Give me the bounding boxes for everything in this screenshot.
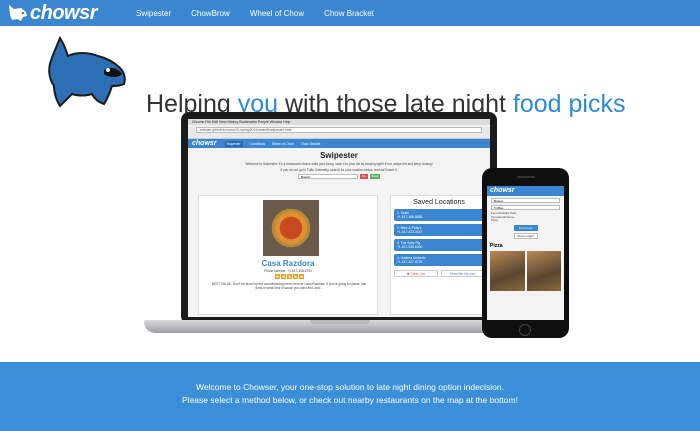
phone-graph-button: Show Graph (513, 232, 538, 239)
address-bar: erikuler.github.io/comp20-spring2015-tea… (196, 127, 482, 133)
phone-screen: chowsr Boston 5 Miles Food (Default) Val… (487, 186, 564, 320)
laptop-mockup: Chrome File Edit View History Bookmarks … (181, 112, 497, 324)
rating-stars: ★ ★ ★ ★ ★ (275, 274, 304, 279)
location-select: Boston (298, 174, 358, 179)
dog-logo-icon (9, 5, 27, 21)
saved-item: 4. Galleria Umberto +1-617-227-5709 (394, 254, 484, 266)
nav-link-chowbrow[interactable]: ChowBrow (191, 9, 230, 18)
saved-item: 2. Mike & Patty's +1-617-423-3447 (394, 224, 484, 236)
headline-highlight-food-picks: food picks (512, 90, 626, 118)
nav-link-swipester[interactable]: Swipester (136, 9, 171, 18)
restaurant-desc: BEST VALUE. Don't be fazed by the overwh… (211, 282, 367, 290)
swipester-desc-2: If you do not go to Tufts University, se… (280, 168, 398, 172)
welcome-line-1: Welcome to Chowser, your one-stop soluti… (196, 382, 504, 392)
star-icon: ★ (299, 274, 304, 279)
inner-link-swipester: Swipester (224, 140, 243, 147)
inner-link-chowbrow: ChowBrow (249, 141, 265, 146)
save-button: Save (370, 174, 380, 179)
mac-menu-bar: Chrome File Edit View History Bookmarks … (188, 119, 490, 125)
star-icon: ★ (293, 274, 298, 279)
phone-mockup: chowsr Boston 5 Miles Food (Default) Val… (482, 168, 569, 338)
food-photo (490, 250, 525, 291)
saved-buttons: ✖ Clear List Send Me My List (394, 270, 484, 277)
clear-list-button: ✖ Clear List (394, 270, 438, 277)
logo[interactable]: chowsr (6, 2, 106, 25)
swipester-form: Boston No Save (188, 174, 490, 179)
phone-option: Pizza (491, 218, 498, 222)
star-icon: ★ (275, 274, 280, 279)
send-list-button: Send Me My List (440, 270, 484, 277)
no-button: No (360, 174, 368, 179)
restaurant-phone: Phone Number: +1-617-338-6700 (264, 269, 312, 273)
phone-find-button: Find Food (513, 224, 538, 231)
inner-link-wheel: Wheel of Chow (271, 141, 294, 146)
inner-nav: chowsr Swipester ChowBrow Wheel of Chow … (188, 139, 490, 148)
food-photo (526, 250, 561, 291)
welcome-band: Welcome to Chowser, your one-stop soluti… (0, 362, 700, 431)
phone-food-images (487, 249, 564, 293)
laptop-notch (310, 320, 370, 324)
star-icon: ★ (287, 274, 292, 279)
pizza-photo (263, 200, 319, 256)
saved-item: 1. Sushi +1-617-348-8888 (394, 209, 484, 221)
phone-radius-select: 5 Miles (491, 205, 560, 210)
swipester-desc-1: Welcome to Swipester. It's a restaurant … (245, 162, 433, 166)
inner-logo: chowsr (192, 140, 217, 147)
browser-chrome: erikuler.github.io/comp20-spring2015-tea… (188, 127, 490, 139)
phone-home-button (519, 324, 531, 336)
phone-nav: chowsr (487, 186, 564, 196)
restaurant-card: Casa Razdora Phone Number: +1-617-338-67… (198, 195, 378, 315)
nav-link-wheel-of-chow[interactable]: Wheel of Chow (250, 9, 304, 18)
inner-link-bracket: Chow Bracket (300, 141, 321, 146)
welcome-line-2: Please select a method below, or check o… (182, 395, 518, 405)
logo-text: chowsr (30, 1, 98, 24)
saved-item: 3. The Salty Pig +1-617-536-6200 (394, 239, 484, 251)
dog-mascot-icon (48, 36, 126, 108)
laptop-screen: Chrome File Edit View History Bookmarks … (188, 119, 490, 317)
restaurant-name: Casa Razdora (261, 259, 315, 268)
top-nav: chowsr Swipester ChowBrow Wheel of Chow … (0, 0, 700, 26)
saved-locations-panel: Saved Locations 1. Sushi +1-617-348-8888… (390, 195, 488, 315)
phone-location-select: Boston (491, 198, 560, 203)
nav-link-chow-bracket[interactable]: Chow Bracket (324, 9, 374, 18)
saved-title: Saved Locations (413, 199, 465, 206)
star-icon: ★ (281, 274, 286, 279)
swipester-title: Swipester (320, 151, 358, 160)
phone-speaker (517, 176, 535, 178)
